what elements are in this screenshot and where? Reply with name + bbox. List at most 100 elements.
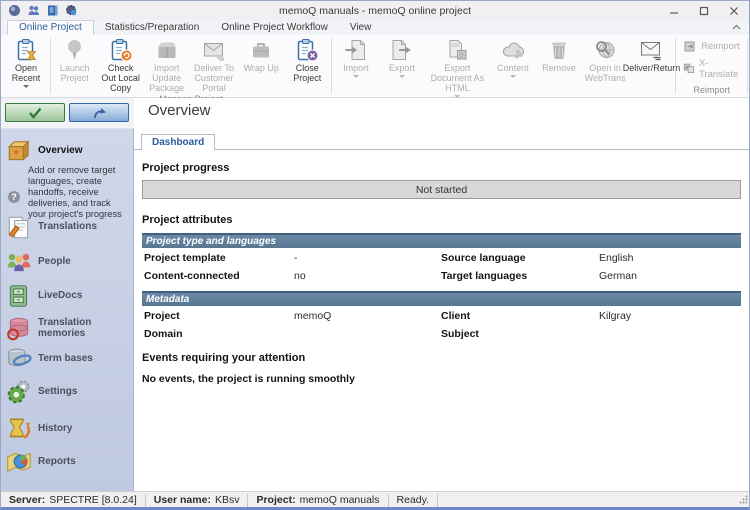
minimize-button[interactable] — [659, 1, 689, 20]
status-value: memoQ manuals — [300, 494, 380, 506]
reimport-button[interactable]: Reimport — [683, 39, 740, 53]
attr-value: Kilgray — [599, 310, 741, 322]
ribbon-button-label: Import Update Package — [147, 63, 187, 93]
sidebar-item-settings[interactable]: Settings — [1, 376, 134, 406]
resize-grip[interactable] — [739, 495, 748, 507]
attr-label: Client — [441, 310, 599, 322]
sidebar-item-overview[interactable]: Overview — [1, 135, 134, 165]
open-in-webtrans-icon — [593, 38, 617, 62]
section-header-project-type: Project type and languages — [142, 233, 741, 248]
close-project-icon — [295, 38, 319, 62]
deliver-return-button[interactable]: Deliver/Return — [628, 37, 674, 73]
import-button[interactable]: Import — [333, 37, 379, 78]
check-out-local-copy-button[interactable]: Check Out Local Copy — [98, 37, 144, 93]
content-button[interactable]: Content — [490, 37, 536, 78]
open-in-webtrans-button[interactable]: Open in WebTrans — [582, 37, 629, 83]
check-out-local-copy-icon — [109, 38, 133, 62]
page-title: Overview — [148, 102, 211, 119]
import-update-package-icon — [155, 38, 179, 62]
tab-view[interactable]: View — [339, 21, 383, 35]
status-project: Project: memoQ manuals — [248, 494, 388, 507]
deliver-to-customer-portal-icon — [202, 38, 226, 62]
ribbon-button-label: Open Recent — [6, 63, 46, 83]
x-translate-icon — [683, 62, 695, 76]
open-recent-button[interactable]: Open Recent — [3, 37, 49, 88]
switch-view-button[interactable] — [69, 103, 129, 122]
checkmark-icon — [27, 107, 43, 119]
tab-dashboard[interactable]: Dashboard — [141, 134, 215, 150]
sidebar-item-translation-memories[interactable]: Translation memories — [1, 313, 134, 343]
ribbon-button-label: Import — [343, 63, 369, 73]
manage-users-icon[interactable] — [27, 4, 40, 17]
attribute-row: Content-connected no Target languages Ge… — [142, 268, 741, 284]
sidebar-item-history[interactable]: History — [1, 413, 134, 443]
maximize-button[interactable] — [689, 1, 719, 20]
sidebar-item-people[interactable]: People — [1, 246, 134, 276]
settings-icon — [5, 378, 33, 404]
project-progress-heading: Project progress — [142, 162, 741, 174]
ribbon-button-label: Export — [389, 63, 415, 73]
attr-value: no — [294, 270, 441, 282]
sidebar-item-reports[interactable]: Reports — [1, 446, 134, 476]
dropdown-caret-icon — [399, 75, 405, 78]
sidebar-item-livedocs[interactable]: LiveDocs — [1, 280, 134, 310]
export-document-as-html-button[interactable]: Export Document As HTML — [425, 37, 490, 98]
ribbon-separator — [747, 38, 748, 94]
attribute-row: Domain Subject — [142, 326, 741, 342]
attr-label: Source language — [441, 252, 599, 264]
events-message: No events, the project is running smooth… — [142, 373, 741, 385]
history-icon — [5, 415, 33, 441]
ribbon-button-label: Deliver/Return — [623, 63, 681, 73]
reimport-icon — [683, 39, 697, 53]
deliver-to-customer-portal-button[interactable]: Deliver To Customer Portal — [190, 37, 239, 93]
sidebar-item-translations[interactable]: Translations — [1, 211, 134, 241]
resource-console-icon[interactable] — [46, 4, 59, 17]
status-label: Server: — [9, 494, 45, 506]
sidebar-item-label: Term bases — [38, 353, 93, 364]
memoq-logo-icon[interactable] — [8, 4, 21, 17]
ribbon-button-label: Remove — [542, 63, 576, 73]
help-icon[interactable]: ? — [8, 191, 20, 203]
attribute-row: Project template - Source language Engli… — [142, 250, 741, 266]
server-administrator-icon[interactable] — [65, 4, 78, 17]
deliver-return-icon — [639, 38, 663, 62]
section-header-metadata: Metadata — [142, 291, 741, 306]
dropdown-caret-icon — [510, 75, 516, 78]
open-recent-icon — [14, 38, 38, 62]
tab-statistics-preparation[interactable]: Statistics/Preparation — [94, 21, 211, 35]
remove-button[interactable]: Remove — [536, 37, 582, 73]
import-update-package-button[interactable]: Import Update Package — [144, 37, 190, 93]
tab-online-project-workflow[interactable]: Online Project Workflow — [210, 21, 339, 35]
project-progress-bar: Not started — [142, 180, 741, 199]
collapse-ribbon-icon[interactable] — [732, 22, 741, 34]
small-button-label: Reimport — [701, 41, 740, 52]
tab-online-project[interactable]: Online Project — [7, 20, 94, 35]
quick-access-toolbar — [1, 4, 78, 17]
ribbon-button-label: Deliver To Customer Portal — [193, 63, 236, 93]
close-project-button[interactable]: Close Project — [284, 37, 330, 83]
export-button[interactable]: Export — [379, 37, 425, 78]
status-value: KBsv — [215, 494, 240, 506]
ribbon-separator — [50, 38, 51, 94]
status-user-name: User name: KBsv — [146, 494, 249, 507]
sidebar-item-term-bases[interactable]: Term bases — [1, 343, 134, 373]
launch-project-icon — [63, 38, 87, 62]
wrap-up-button[interactable]: Wrap Up — [238, 37, 284, 73]
reports-icon — [5, 448, 33, 474]
sidebar-item-label: Settings — [38, 386, 77, 397]
title-bar: memoQ manuals - memoQ online project — [1, 1, 749, 20]
close-button[interactable] — [719, 1, 749, 20]
project-attributes-heading: Project attributes — [142, 214, 741, 226]
attr-value: - — [294, 252, 441, 264]
ribbon-button-label: Launch Project — [55, 63, 95, 83]
status-value: Ready. — [397, 494, 430, 506]
progress-status-text: Not started — [416, 184, 467, 196]
x-translate-button[interactable]: X-Translate — [683, 58, 740, 80]
window-title: memoQ manuals - memoQ online project — [1, 5, 749, 17]
dropdown-caret-icon — [353, 75, 359, 78]
ribbon-group-manage-project: Launch Project Check Out Local Copy Impo… — [52, 35, 331, 97]
launch-project-button[interactable]: Launch Project — [52, 37, 98, 83]
ok-button[interactable] — [5, 103, 65, 122]
sidebar-item-label: History — [38, 423, 72, 434]
ribbon-group-open-recent: Open Recent — [3, 35, 49, 97]
